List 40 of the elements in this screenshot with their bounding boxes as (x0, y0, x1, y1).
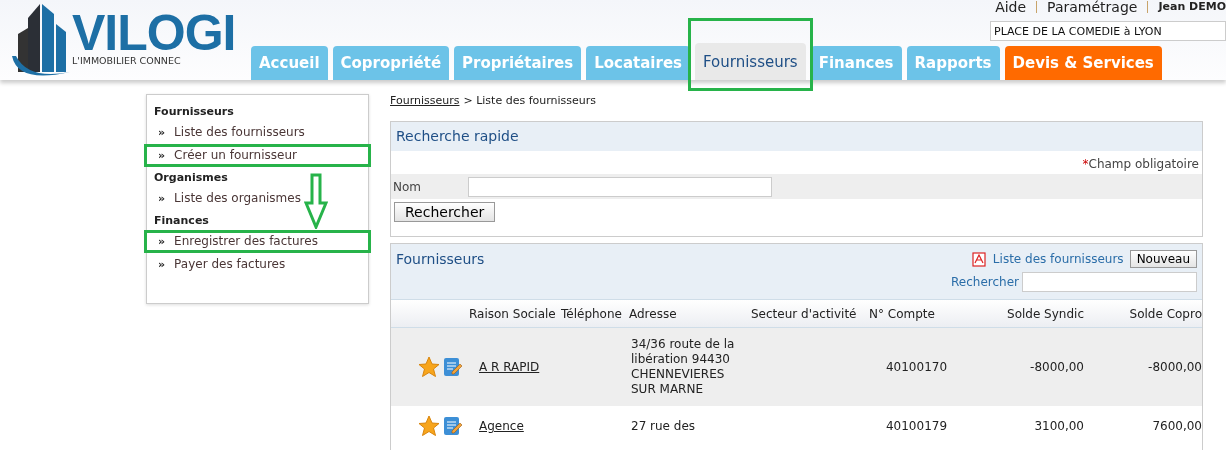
sidebar-heading: Organismes (153, 170, 229, 186)
panel-title: Recherche rapide (396, 128, 519, 144)
top-link[interactable]: Paramétrage (1047, 0, 1138, 15)
breadcrumb-link[interactable]: Fournisseurs (390, 94, 460, 107)
sidebar-item[interactable]: » Liste des organismes (144, 187, 371, 210)
column-header: Adresse (629, 306, 678, 321)
breadcrumb-current: > Liste des fournisseurs (463, 94, 597, 107)
sidebar-item[interactable]: » Payer des factures (144, 253, 371, 276)
sidebar-item[interactable]: » Liste des fournisseurs (144, 121, 371, 144)
column-header: Raison Sociale (469, 306, 557, 321)
supplier-link[interactable]: A R RAPID (469, 360, 561, 374)
search-label: Rechercher (951, 275, 1019, 289)
table-cell-text: 3100,00 (1033, 419, 1084, 433)
pdf-link[interactable]: Liste des fournisseurs (992, 252, 1124, 266)
field-label: Nom (393, 179, 422, 194)
column-header: Solde Syndic (1006, 306, 1084, 321)
table-cell-text: -8000,00 (1029, 360, 1084, 374)
sidebar-item[interactable]: » Enregistrer des factures (144, 230, 371, 253)
sidebar-heading: Fournisseurs (153, 104, 235, 120)
column-header: N° Compte (869, 306, 936, 321)
supplier-link[interactable]: Agence (469, 419, 561, 433)
new-button[interactable]: Nouveau (1129, 250, 1197, 268)
top-link[interactable]: Aide (995, 0, 1027, 15)
top-link[interactable]: Jean DEMO (1158, 0, 1226, 15)
table-cell-text: -8000,00 (1147, 360, 1202, 374)
table-cell-text: 34/36 route de la libération 94430 CHENNEVIERES SUR MARNE (630, 337, 736, 397)
column-header: Secteur d'activité (751, 306, 858, 321)
sidebar-item[interactable]: » Créer un fournisseur (144, 144, 371, 167)
column-header: Solde Copro (1128, 306, 1202, 321)
building-field[interactable]: PLACE DE LA COMEDIE à LYON (990, 21, 1226, 41)
required-note: *Champ obligatoire (1081, 156, 1200, 173)
column-header: Téléphone (561, 306, 623, 321)
sidebar-heading: Finances (153, 213, 210, 229)
table-cell-text: 40100170 (884, 360, 949, 374)
search-button[interactable]: Rechercher (394, 202, 496, 222)
panel-title: Fournisseurs (396, 251, 485, 267)
table-cell-text: 7600,00 (1151, 419, 1202, 433)
table-cell-text: 27 rue des (630, 418, 697, 434)
nav-tab[interactable]: Fournisseurs (695, 43, 806, 80)
table-cell-text: 40100179 (884, 419, 949, 433)
